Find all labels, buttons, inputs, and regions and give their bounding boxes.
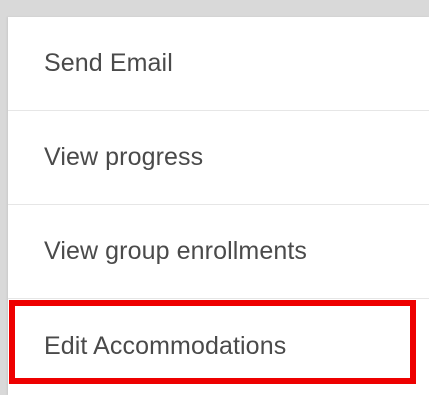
screenshot-frame: Send Email View progress View group enro… xyxy=(0,0,429,395)
view-group-enrollments-label: View group enrollments xyxy=(44,237,307,265)
send-email-label: Send Email xyxy=(44,49,173,77)
view-progress-menu-item[interactable]: View progress xyxy=(8,111,429,205)
send-email-menu-item[interactable]: Send Email xyxy=(8,17,429,111)
edit-accommodations-label: Edit Accommodations xyxy=(44,331,287,360)
actions-menu: Send Email View progress View group enro… xyxy=(8,17,429,395)
view-group-enrollments-menu-item[interactable]: View group enrollments xyxy=(8,205,429,299)
edit-accommodations-menu-item[interactable]: Edit Accommodations xyxy=(8,299,429,393)
view-progress-label: View progress xyxy=(44,143,204,171)
